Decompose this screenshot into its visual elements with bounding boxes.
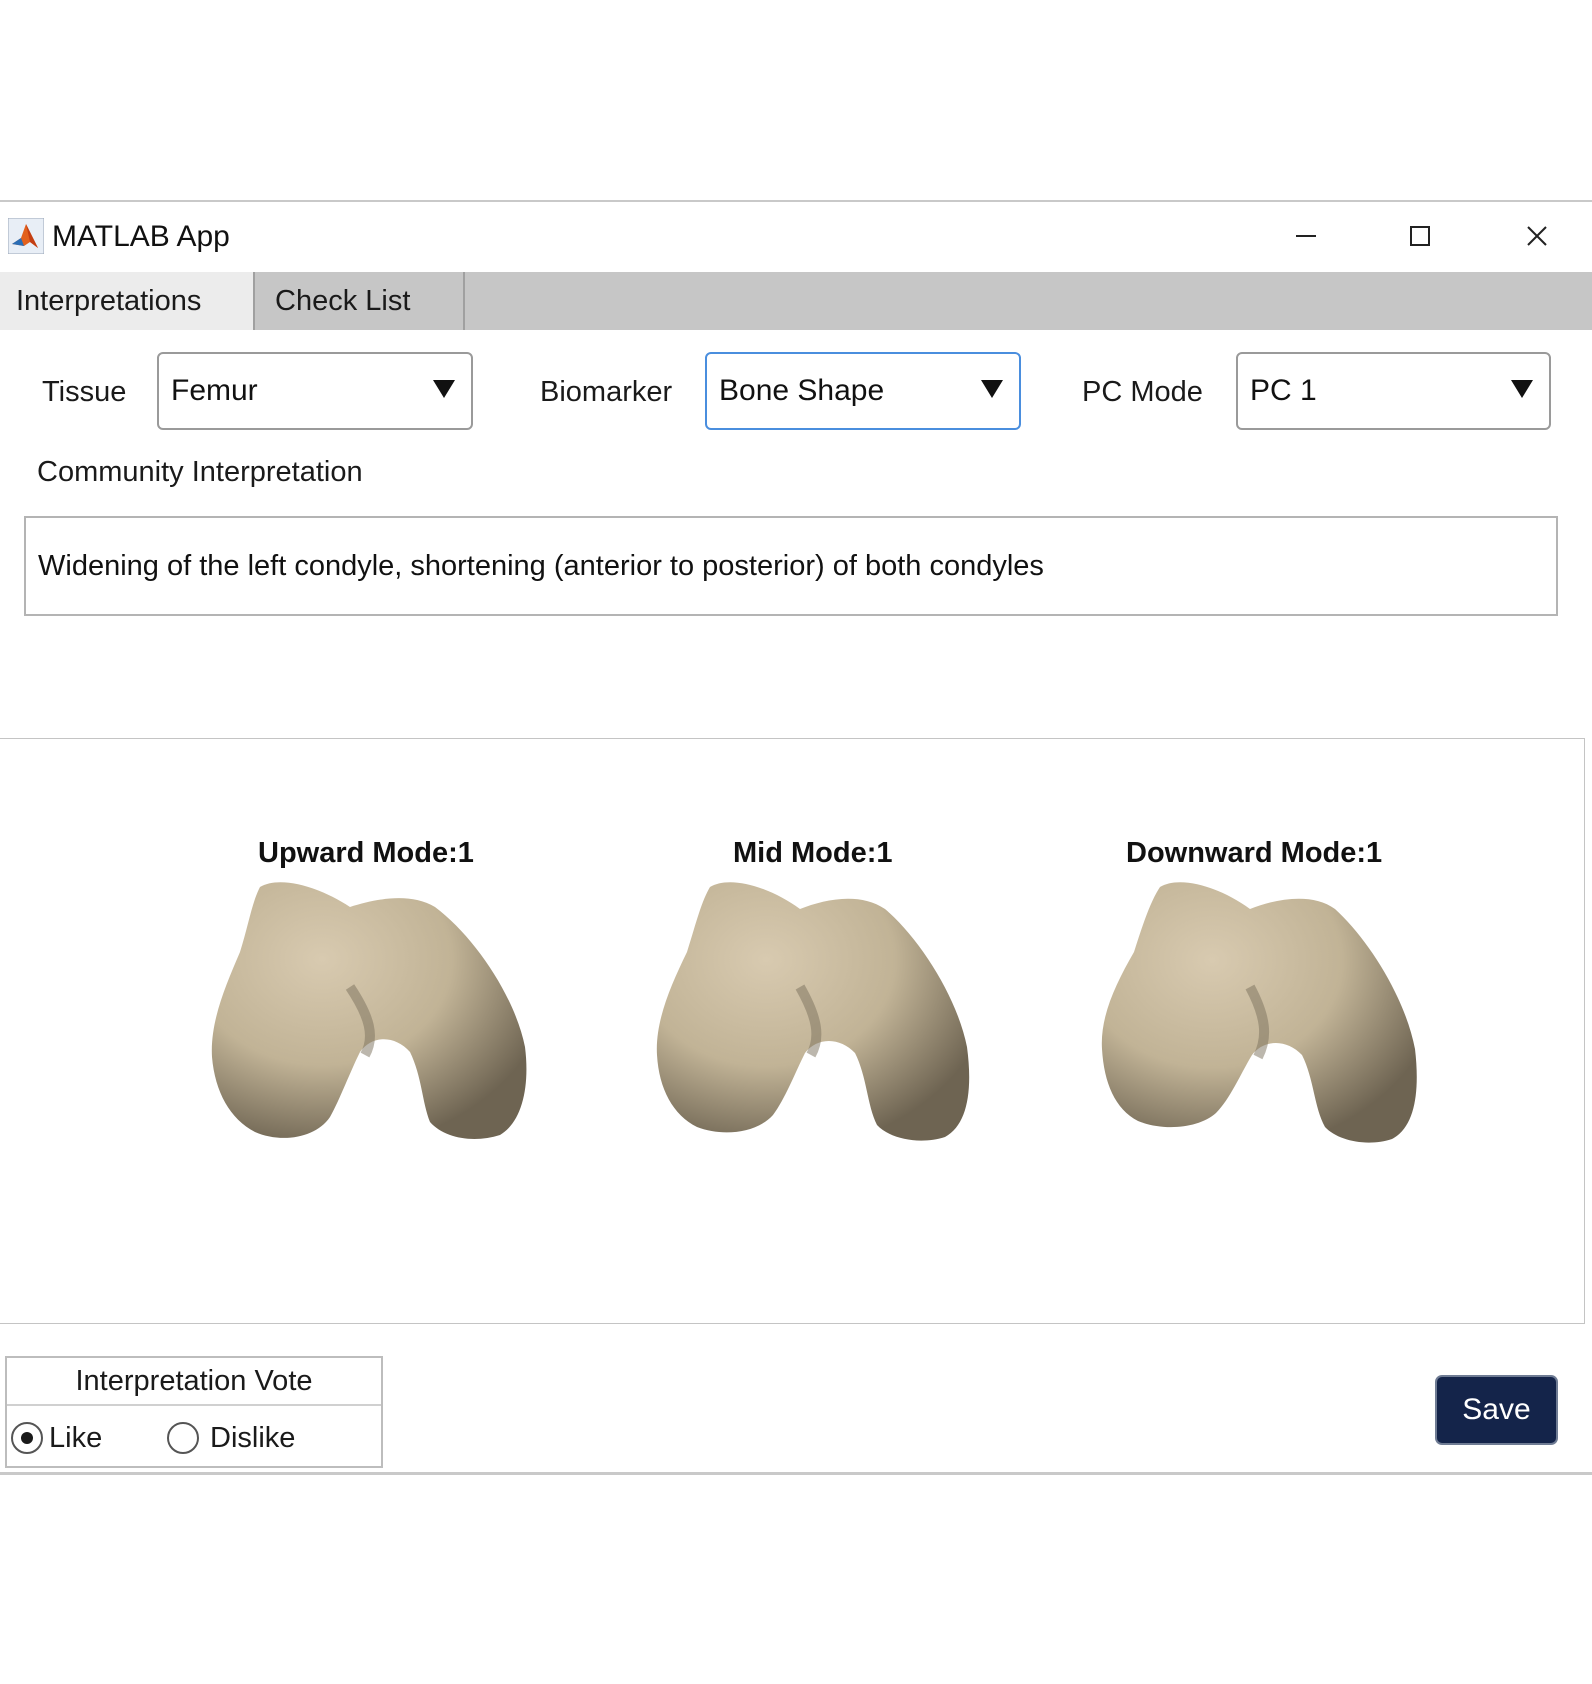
chevron-down-icon: [433, 380, 455, 398]
maximize-icon: [1410, 226, 1430, 246]
vote-title: Interpretation Vote: [7, 1358, 381, 1406]
community-interpretation-label: Community Interpretation: [37, 456, 363, 488]
bone-shape-plot-panel: Upward Mode:1 Mid Mode:1 Downward Mode:1: [0, 738, 1585, 1324]
window-bottom-border: [0, 1472, 1592, 1475]
plot-title-mid: Mid Mode:1: [733, 837, 893, 869]
femur-mid-render[interactable]: [645, 877, 995, 1157]
dislike-label[interactable]: Dislike: [210, 1422, 295, 1455]
tab-interpretations[interactable]: Interpretations: [0, 272, 255, 330]
plot-title-downward: Downward Mode:1: [1126, 837, 1383, 869]
chevron-down-icon: [981, 380, 1003, 398]
pc-mode-label: PC Mode: [1082, 376, 1203, 408]
save-button[interactable]: Save: [1435, 1375, 1558, 1445]
tissue-value: Femur: [171, 374, 258, 407]
maximize-button[interactable]: [1390, 214, 1450, 258]
tab-check-list[interactable]: Check List: [255, 272, 465, 330]
interpretation-text: Widening of the left condyle, shortening…: [38, 550, 1044, 582]
biomarker-label: Biomarker: [540, 376, 673, 408]
biomarker-dropdown[interactable]: Bone Shape: [705, 352, 1021, 430]
biomarker-value: Bone Shape: [719, 374, 885, 407]
matlab-app-window: MATLAB App Interpretations Check List Ti…: [0, 200, 1592, 1475]
matlab-logo-icon: [8, 218, 44, 254]
minimize-button[interactable]: [1276, 214, 1336, 258]
chevron-down-icon: [1511, 380, 1533, 398]
femur-downward-render[interactable]: [1090, 877, 1440, 1157]
title-bar[interactable]: MATLAB App: [0, 202, 1592, 270]
interpretation-vote-group: Interpretation Vote Like Dislike: [5, 1356, 383, 1468]
like-label[interactable]: Like: [49, 1422, 102, 1455]
pc-mode-dropdown[interactable]: PC 1: [1236, 352, 1551, 430]
plot-title-upward: Upward Mode:1: [258, 837, 474, 869]
tab-bar: Interpretations Check List: [0, 272, 1592, 330]
femur-upward-render[interactable]: [200, 877, 550, 1157]
tissue-label: Tissue: [42, 376, 127, 408]
interpretation-textarea[interactable]: Widening of the left condyle, shortening…: [24, 516, 1558, 616]
close-button[interactable]: [1507, 214, 1567, 258]
like-radio[interactable]: [11, 1422, 43, 1454]
dislike-radio[interactable]: [167, 1422, 199, 1454]
pc-mode-value: PC 1: [1250, 374, 1317, 407]
radio-selected-dot: [21, 1432, 33, 1444]
tissue-dropdown[interactable]: Femur: [157, 352, 473, 430]
close-icon: [1527, 226, 1547, 246]
window-title: MATLAB App: [52, 220, 230, 253]
minimize-icon: [1296, 235, 1316, 237]
